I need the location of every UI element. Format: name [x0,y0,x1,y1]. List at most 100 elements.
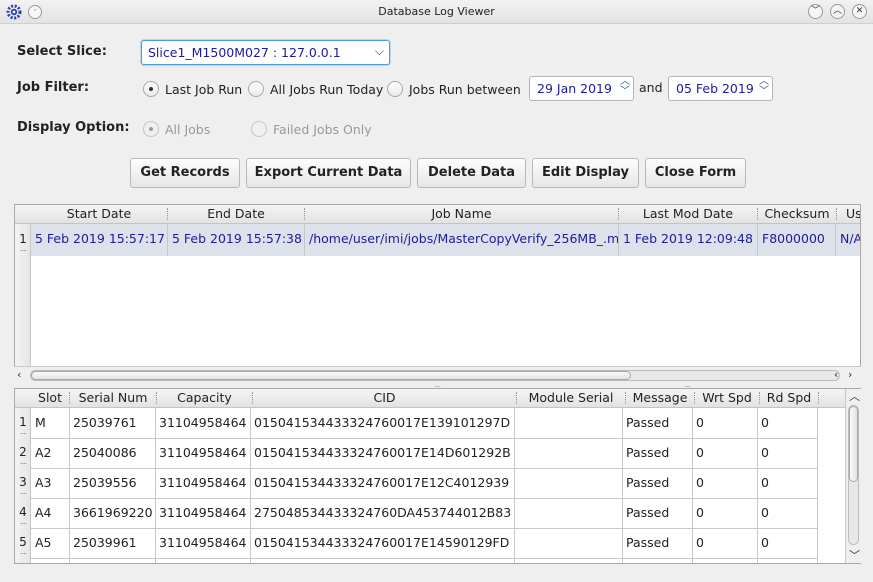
col-header-serial-num[interactable]: Serial Num [70,389,156,408]
radio-last-job-run[interactable]: Last Job Run [143,80,242,98]
column-divider [817,408,818,563]
cell-cid: 275048534433324760DA453744012B83 [254,505,512,520]
cell-capacity: 31104958464 [159,475,247,490]
cell-serial-num: 3661969220 [73,505,153,520]
radio-all-jobs-run-today[interactable]: All Jobs Run Today [248,80,383,98]
slots-table-header: Slot Serial Num Capacity CID Module Seri… [15,389,846,408]
scroll-right-icon[interactable]: › [848,368,852,381]
cell-rd-spd: 0 [761,475,769,490]
edit-display-button[interactable]: Edit Display [532,158,639,188]
cell-last-mod-date: 1 Feb 2019 12:09:48 [623,231,753,246]
radio-failed-jobs-only[interactable]: Failed Jobs Only [251,120,372,138]
cell-capacity: 31104958464 [159,415,247,430]
chevron-down-icon: ⌵ [374,44,384,58]
date-from-spinner[interactable]: 29 Jan 2019 ︿ ﹀ [529,76,634,101]
cell-message: Passed [626,535,670,550]
radio-button-selected[interactable] [143,121,159,137]
and-label: and [639,80,663,95]
scroll-left-icon[interactable]: ‹ [17,368,21,381]
table-row[interactable]: A3 25039556 31104958464 0150415344333247… [31,468,817,498]
column-divider [757,224,758,256]
chevron-down-icon[interactable]: ﹀ [808,4,823,19]
row-number[interactable]: 1 .... [15,232,31,253]
close-icon[interactable]: ✕ [852,4,867,19]
radio-label: Last Job Run [165,81,243,97]
cell-message: Passed [626,415,670,430]
radio-button[interactable] [248,81,264,97]
get-records-button[interactable]: Get Records [130,158,240,188]
radio-label: Jobs Run between [409,81,521,97]
cell-wrt-spd: 0 [696,535,704,550]
spinner-arrows-icon[interactable]: ︿ ﹀ [620,77,630,97]
col-header-start-date[interactable]: Start Date [31,205,167,224]
col-header-us[interactable]: Us [837,205,860,224]
table-row[interactable]: 5 Feb 2019 15:57:17 5 Feb 2019 15:57:38 … [31,224,861,256]
col-header-cid[interactable]: CID [253,389,516,408]
radio-button[interactable] [387,81,403,97]
cell-cid: 015041534433324760017E139101297D [254,415,511,430]
cell-start-date: 5 Feb 2019 15:57:17 [35,231,165,246]
cell-wrt-spd: 0 [696,475,704,490]
radio-all-jobs[interactable]: All Jobs [143,120,210,138]
scrollbar-thumb[interactable] [31,371,631,380]
row-number[interactable]: 1.... [15,415,31,436]
scrollbar-track[interactable] [848,405,859,545]
column-divider [835,224,836,256]
table-row[interactable]: A4 3661969220 31104958464 27504853443332… [31,498,817,528]
cell-slot: A4 [35,505,52,520]
slots-table-vertical-scrollbar[interactable]: ︿ ﹀ [845,389,861,563]
radio-button[interactable] [251,121,267,137]
column-divider [304,224,305,256]
export-current-data-button[interactable]: Export Current Data [246,158,411,188]
jobs-table-header: Start Date End Date Job Name Last Mod Da… [15,205,860,224]
radio-jobs-run-between[interactable]: Jobs Run between [387,80,521,98]
table-row[interactable]: M 25039761 31104958464 01504153443332476… [31,408,817,438]
scrollbar-track[interactable] [30,370,840,381]
row-number[interactable]: 3.... [15,475,31,496]
cell-message: Passed [626,475,670,490]
cell-job-name: /home/user/imi/jobs/MasterCopyVerify_256… [309,231,619,246]
col-header-message[interactable]: Message [626,389,694,408]
close-form-button[interactable]: Close Form [645,158,746,188]
select-slice-label: Select Slice: [17,44,107,59]
cell-capacity: 31104958464 [159,535,247,550]
select-slice-dropdown[interactable]: Slice1_M1500M027 : 127.0.0.1 ⌵ [141,40,390,65]
cell-checksum: F8000000 [762,231,825,246]
row-number[interactable]: 2.... [15,445,31,466]
col-header-capacity[interactable]: Capacity [157,389,252,408]
row-number[interactable]: 4.... [15,505,31,526]
column-divider [618,224,619,256]
col-header-job-name[interactable]: Job Name [305,205,618,224]
col-header-rd-spd[interactable]: Rd Spd [760,389,818,408]
column-divider [167,224,168,256]
cell-slot: M [35,415,46,430]
spinner-arrows-icon[interactable]: ︿ ﹀ [759,77,769,97]
col-header-slot[interactable]: Slot [31,389,69,408]
table-row[interactable]: A2 25040086 31104958464 0150415344333247… [31,438,817,468]
col-header-checksum[interactable]: Checksum [758,205,836,224]
radio-button-selected[interactable] [143,81,159,97]
cell-rd-spd: 0 [761,415,769,430]
scroll-left-icon[interactable]: ‹ [834,368,838,381]
row-number[interactable]: 5.... [15,535,31,556]
date-to-spinner[interactable]: 05 Feb 2019 ︿ ﹀ [668,76,773,101]
jobs-table: Start Date End Date Job Name Last Mod Da… [14,204,861,367]
radio-label: Failed Jobs Only [273,121,372,137]
cell-cid: 015041534433324760017E14590129FD [254,535,510,550]
scroll-up-icon[interactable]: ︿ [849,388,860,404]
cell-us: N/A [840,231,861,246]
cell-slot: A3 [35,475,52,490]
col-header-wrt-spd[interactable]: Wrt Spd [695,389,759,408]
cell-cid: 015041534433324760017E12C4012939 [254,475,510,490]
chevron-up-icon[interactable]: ︿ [830,4,845,19]
col-header-last-mod-date[interactable]: Last Mod Date [619,205,757,224]
column-resize-handle[interactable] [818,392,819,404]
delete-data-button[interactable]: Delete Data [417,158,526,188]
table-row[interactable]: A5 25039961 31104958464 0150415344333247… [31,528,817,558]
scroll-down-icon[interactable]: ﹀ [849,547,860,563]
display-option-label: Display Option: [17,120,130,135]
col-header-end-date[interactable]: End Date [168,205,304,224]
col-header-module-serial[interactable]: Module Serial [517,389,625,408]
scrollbar-thumb[interactable] [849,406,858,482]
row-divider [31,558,817,559]
